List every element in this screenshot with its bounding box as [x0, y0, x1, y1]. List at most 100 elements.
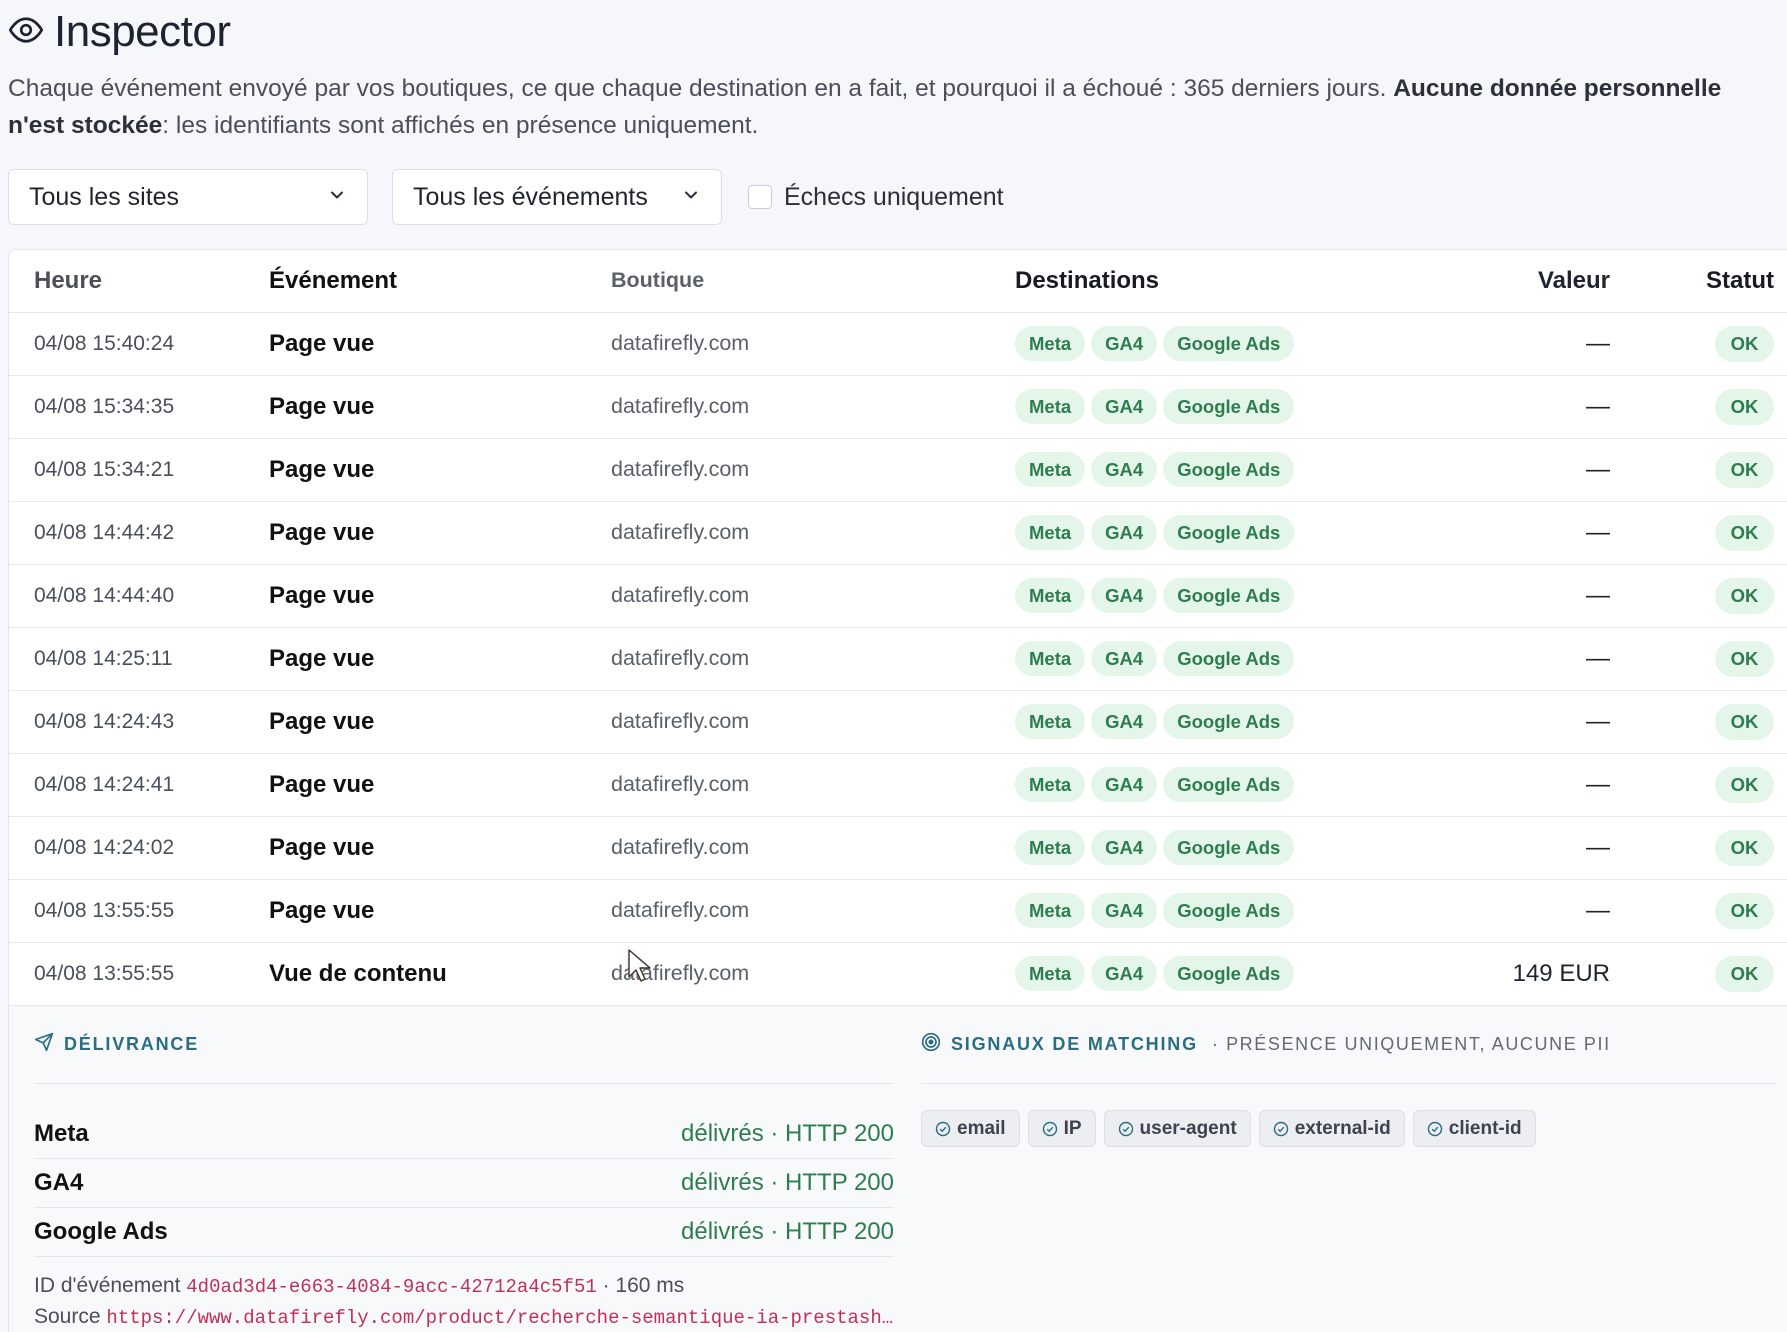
status-badge: OK: [1715, 325, 1774, 362]
table-row[interactable]: 04/08 14:44:40 Page vue datafirefly.com Met…: [9, 564, 1787, 628]
status-badge: OK: [1715, 640, 1774, 677]
row-time: 04/08 14:44:40: [9, 564, 269, 628]
row-destinations: Meta GA4 Google Ads: [1015, 816, 1435, 880]
row-destinations: Meta GA4 Google Ads: [1015, 879, 1435, 943]
row-destinations: Meta GA4 Google Ads: [1015, 753, 1435, 817]
target-icon: [921, 1032, 941, 1057]
row-value: —: [1435, 690, 1612, 754]
event-select-value: Tous les événements: [413, 182, 648, 211]
delivery-row: Meta délivrés · HTTP 200: [34, 1110, 894, 1159]
table-header-row: Heure Événement Boutique Destinations Va…: [9, 250, 1787, 313]
site-select[interactable]: Tous les sites: [8, 169, 368, 225]
destination-badge: GA4: [1091, 578, 1158, 613]
destination-badge: Google Ads: [1163, 830, 1295, 865]
table-row[interactable]: 04/08 14:24:41 Page vue datafirefly.com Met…: [9, 753, 1787, 817]
row-time: 04/08 15:34:21: [9, 438, 269, 502]
chevron-down-icon: [327, 183, 347, 212]
events-card: Heure Événement Boutique Destinations Va…: [8, 249, 1787, 1332]
row-value: —: [1435, 879, 1612, 943]
failures-only-checkbox[interactable]: [748, 185, 772, 209]
status-badge: OK: [1715, 703, 1774, 740]
destination-badge: GA4: [1091, 515, 1158, 550]
row-status: OK: [1612, 627, 1787, 691]
table-row[interactable]: 04/08 14:25:11 Page vue datafirefly.com Met…: [9, 627, 1787, 691]
row-value: —: [1435, 312, 1612, 376]
delivery-status: délivrés · HTTP 200: [681, 1120, 894, 1147]
row-destinations: Meta GA4 Google Ads: [1015, 375, 1435, 439]
destination-badge: GA4: [1091, 767, 1158, 802]
row-status: OK: [1612, 438, 1787, 502]
event-id-label: ID d'événement: [34, 1274, 181, 1297]
row-value: —: [1435, 501, 1612, 565]
destination-badge: Google Ads: [1163, 326, 1295, 361]
event-id-value[interactable]: 4d0ad3d4-e663-4084-9acc-42712a4c5f51: [186, 1276, 596, 1298]
table-row[interactable]: 04/08 14:44:42 Page vue datafirefly.com Met…: [9, 501, 1787, 565]
check-circle-icon: [1427, 1121, 1442, 1136]
send-icon: [34, 1032, 54, 1057]
description-text: Chaque événement envoyé par vos boutique…: [8, 75, 1394, 102]
destination-badge: Google Ads: [1163, 893, 1295, 928]
col-event-header: Événement: [269, 250, 611, 313]
row-destinations: Meta GA4 Google Ads: [1015, 627, 1435, 691]
check-circle-icon: [1273, 1121, 1288, 1136]
row-event: Page vue: [269, 816, 611, 880]
row-time: 04/08 13:55:55: [9, 879, 269, 943]
row-event: Vue de contenu: [269, 942, 611, 1006]
signals-subtitle: · PRÉSENCE UNIQUEMENT, AUCUNE PII: [1211, 1034, 1611, 1054]
destination-badge: Google Ads: [1163, 704, 1295, 739]
delivery-header: DÉLIVRANCE: [34, 1006, 894, 1084]
destination-badge: GA4: [1091, 389, 1158, 424]
destination-badge: Meta: [1015, 515, 1086, 550]
destination-badge: GA4: [1091, 956, 1158, 991]
row-time: 04/08 14:24:43: [9, 690, 269, 754]
table-row[interactable]: 04/08 15:40:24 Page vue datafirefly.com Met…: [9, 312, 1787, 376]
col-destinations-header: Destinations: [1015, 250, 1435, 313]
signal-chip: IP: [1027, 1110, 1096, 1147]
row-destinations: Meta GA4 Google Ads: [1015, 312, 1435, 376]
source-url-link[interactable]: https://www.datafirefly.com/product/rech…: [106, 1307, 893, 1329]
table-row[interactable]: 04/08 15:34:35 Page vue datafirefly.com Met…: [9, 375, 1787, 439]
col-shop-header: Boutique: [611, 250, 1015, 313]
row-event: Page vue: [269, 501, 611, 565]
delivery-row: Google Ads délivrés · HTTP 200: [34, 1208, 894, 1257]
delivery-status: délivrés · HTTP 200: [681, 1218, 894, 1245]
signal-chip-label: email: [957, 1117, 1006, 1139]
matching-signals-section: SIGNAUX DE MATCHING · PRÉSENCE UNIQUEMEN…: [921, 1006, 1776, 1147]
row-shop: datafirefly.com: [611, 501, 1015, 565]
destination-badge: Google Ads: [1163, 641, 1295, 676]
table-row[interactable]: 04/08 13:55:55 Page vue datafirefly.com Met…: [9, 879, 1787, 943]
row-time: 04/08 15:40:24: [9, 312, 269, 376]
event-detail-panel: DÉLIVRANCE Meta délivrés · HTTP 200 GA4 …: [9, 1005, 1787, 1332]
delivery-status: délivrés · HTTP 200: [681, 1169, 894, 1196]
destination-badge: Meta: [1015, 452, 1086, 487]
row-status: OK: [1612, 501, 1787, 565]
table-row[interactable]: 04/08 15:34:21 Page vue datafirefly.com Met…: [9, 438, 1787, 502]
status-badge: OK: [1715, 577, 1774, 614]
destination-badge: Meta: [1015, 578, 1086, 613]
status-badge: OK: [1715, 514, 1774, 551]
table-row[interactable]: 04/08 13:55:55 Vue de contenu datafirefly.…: [9, 942, 1787, 1006]
destination-badge: Google Ads: [1163, 452, 1295, 487]
chevron-down-icon: [681, 183, 701, 212]
row-time: 04/08 14:25:11: [9, 627, 269, 691]
table-row[interactable]: 04/08 14:24:43 Page vue datafirefly.com Met…: [9, 690, 1787, 754]
delivery-list: Meta délivrés · HTTP 200 GA4 délivrés · …: [34, 1110, 894, 1257]
destination-badge: Meta: [1015, 704, 1086, 739]
row-status: OK: [1612, 564, 1787, 628]
delivery-destination: Meta: [34, 1120, 89, 1147]
event-select[interactable]: Tous les événements: [392, 169, 722, 225]
row-shop: datafirefly.com: [611, 438, 1015, 502]
row-shop: datafirefly.com: [611, 942, 1015, 1006]
signal-chips: email IP user-agent external-id client-id: [921, 1110, 1776, 1147]
destination-badge: Meta: [1015, 893, 1086, 928]
row-shop: datafirefly.com: [611, 312, 1015, 376]
signal-chip: email: [921, 1110, 1020, 1147]
table-row[interactable]: 04/08 14:24:02 Page vue datafirefly.com Met…: [9, 816, 1787, 880]
status-badge: OK: [1715, 451, 1774, 488]
row-event: Page vue: [269, 879, 611, 943]
row-value: —: [1435, 816, 1612, 880]
row-value: —: [1435, 438, 1612, 502]
status-badge: OK: [1715, 892, 1774, 929]
failures-only-toggle[interactable]: Échecs uniquement: [748, 183, 1004, 212]
row-time: 04/08 14:44:42: [9, 501, 269, 565]
